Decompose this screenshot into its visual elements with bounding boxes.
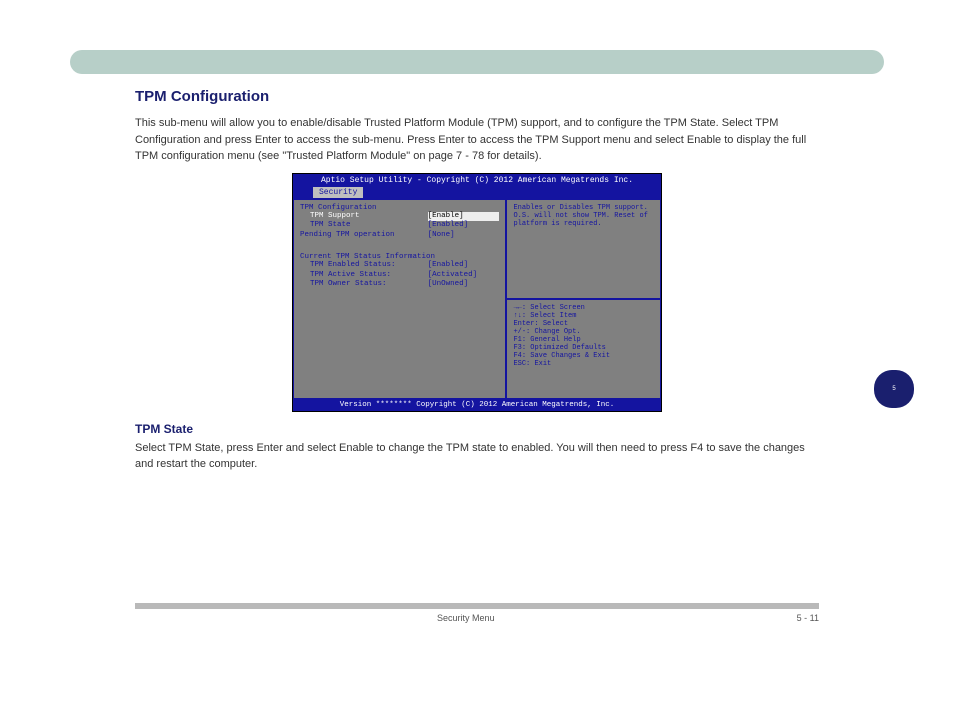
- tpm-config-body: This sub-menu will allow you to enable/d…: [135, 115, 819, 165]
- bios-val-tpm-state[interactable]: [Enabled]: [428, 221, 500, 231]
- bios-tab-security: Security: [313, 187, 363, 198]
- bios-row-enabled-status: TPM Enabled Status:: [300, 261, 428, 271]
- bios-item-tpm-support[interactable]: TPM Support: [300, 212, 428, 222]
- footer-right: 5 - 11: [797, 613, 819, 623]
- bios-keys-pane: →←: Select Screen ↑↓: Select Item Enter:…: [506, 299, 661, 399]
- side-chapter-tab: 5: [874, 370, 914, 408]
- side-tab-number: 5: [892, 386, 895, 392]
- key-hint: F1: General Help: [513, 336, 654, 344]
- page-footer: Security Menu 5 - 11: [135, 603, 819, 623]
- bios-val-pending-op[interactable]: [None]: [428, 231, 500, 241]
- tpm-state-heading: TPM State: [135, 422, 819, 436]
- key-hint: ↑↓: Select Item: [513, 312, 654, 320]
- bios-footer: Version ******** Copyright (C) 2012 Amer…: [293, 399, 661, 411]
- bios-val-tpm-support[interactable]: [Enable]: [428, 212, 500, 222]
- bios-row-active-status: TPM Active Status:: [300, 271, 428, 281]
- bios-item-pending-op[interactable]: Pending TPM operation: [300, 231, 428, 241]
- tpm-config-title: TPM Configuration: [135, 88, 819, 105]
- key-hint: F3: Optimized Defaults: [513, 344, 654, 352]
- key-hint: Enter: Select: [513, 320, 654, 328]
- key-hint: F4: Save Changes & Exit: [513, 352, 654, 360]
- bios-val-enabled-status: [Enabled]: [428, 261, 500, 271]
- key-hint: →←: Select Screen: [513, 304, 654, 312]
- bios-item-tpm-state[interactable]: TPM State: [300, 221, 428, 231]
- content-area: TPM Configuration This sub-menu will all…: [135, 88, 819, 473]
- bios-val-owner-status: [UnOwned]: [428, 280, 500, 290]
- bios-val-active-status: [Activated]: [428, 271, 500, 281]
- key-hint: ESC: Exit: [513, 360, 654, 368]
- bios-row-owner-status: TPM Owner Status:: [300, 280, 428, 290]
- bios-group1-title: TPM Configuration: [300, 204, 499, 212]
- bios-title-bar: Aptio Setup Utility - Copyright (C) 2012…: [293, 174, 661, 187]
- tpm-state-body: Select TPM State, press Enter and select…: [135, 440, 819, 473]
- key-hint: +/-: Change Opt.: [513, 328, 654, 336]
- bios-left-pane: TPM Configuration TPM Support [Enable] T…: [293, 199, 506, 399]
- bios-help-pane: Enables or Disables TPM support. O.S. wi…: [506, 199, 661, 299]
- footer-center: Security Menu: [437, 613, 495, 623]
- bios-screenshot: Aptio Setup Utility - Copyright (C) 2012…: [292, 173, 662, 412]
- bios-group2-title: Current TPM Status Information: [300, 253, 499, 261]
- header-bar: [70, 50, 884, 74]
